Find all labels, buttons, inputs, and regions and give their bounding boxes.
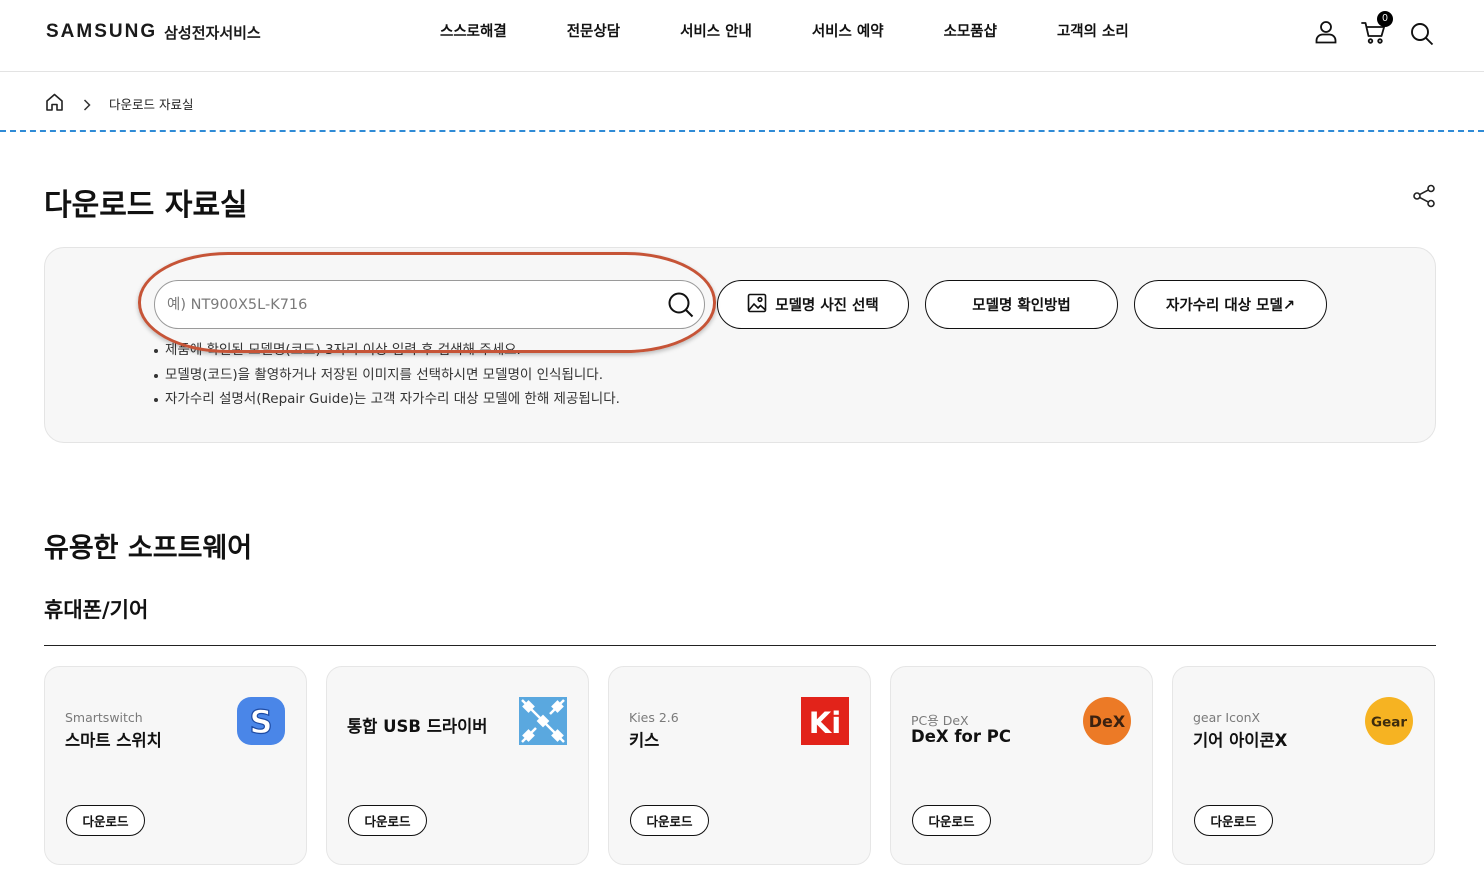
nav-item-service-guide[interactable]: 서비스 안내 bbox=[680, 20, 752, 41]
model-check-guide-button[interactable]: 모델명 확인방법 bbox=[925, 280, 1118, 329]
self-repair-models-button[interactable]: 자가수리 대상 모델↗ bbox=[1134, 280, 1327, 329]
download-button[interactable]: 다운로드 bbox=[348, 805, 427, 836]
card-title: 스마트 스위치 bbox=[65, 731, 162, 750]
search-icon[interactable] bbox=[1410, 22, 1434, 50]
download-button[interactable]: 다운로드 bbox=[630, 805, 709, 836]
note-item: 제품에 확인된 모델명(코드) 3자리 이상 입력 후 검색해 주세요. bbox=[153, 338, 620, 363]
download-button[interactable]: 다운로드 bbox=[66, 805, 145, 836]
usb-driver-icon bbox=[519, 697, 567, 745]
model-search-panel: 모델명 사진 선택 모델명 확인방법 자가수리 대상 모델↗ 제품에 확인된 모… bbox=[44, 247, 1436, 443]
cart-count-badge: 0 bbox=[1377, 11, 1393, 27]
image-icon bbox=[747, 293, 767, 317]
software-card-dex: PC용 DeX DeX for PC DeX 다운로드 bbox=[890, 666, 1153, 865]
card-label: Kies 2.6 bbox=[629, 710, 679, 725]
category-divider bbox=[44, 645, 1436, 646]
software-category-title: 휴대폰/기어 bbox=[44, 598, 149, 622]
card-title: 통합 USB 드라이버 bbox=[347, 717, 488, 736]
chevron-right-icon bbox=[83, 96, 91, 115]
share-icon[interactable] bbox=[1412, 184, 1436, 212]
nav-item-customer-voice[interactable]: 고객의 소리 bbox=[1057, 20, 1129, 41]
download-button[interactable]: 다운로드 bbox=[912, 805, 991, 836]
model-search-input[interactable] bbox=[167, 281, 647, 328]
card-title: 기어 아이콘X bbox=[1193, 731, 1288, 750]
software-card-gear-iconx: gear IconX 기어 아이콘X Gear 다운로드 bbox=[1172, 666, 1435, 865]
software-card-list: Smartswitch 스마트 스위치 S 다운로드 통합 USB 드라이버 다… bbox=[44, 666, 1435, 865]
search-notes: 제품에 확인된 모델명(코드) 3자리 이상 입력 후 검색해 주세요. 모델명… bbox=[153, 338, 620, 412]
logo-wordmark: SAMSUNG bbox=[46, 21, 158, 42]
software-card-usb-driver: 통합 USB 드라이버 다운로드 bbox=[326, 666, 589, 865]
nav-item-service-booking[interactable]: 서비스 예약 bbox=[812, 20, 884, 41]
download-button[interactable]: 다운로드 bbox=[1194, 805, 1273, 836]
card-title: DeX for PC bbox=[911, 727, 1011, 746]
search-icon[interactable] bbox=[668, 292, 694, 318]
card-label: gear IconX bbox=[1193, 710, 1261, 725]
nav-item-expert-consult[interactable]: 전문상담 bbox=[567, 20, 620, 41]
smart-switch-icon: S bbox=[237, 697, 285, 745]
user-icon[interactable] bbox=[1314, 20, 1338, 48]
home-icon[interactable] bbox=[45, 93, 64, 115]
note-item: 모델명(코드)을 촬영하거나 저장된 이미지를 선택하시면 모델명이 인식됩니다… bbox=[153, 363, 620, 388]
svg-text:Gear: Gear bbox=[1371, 715, 1407, 731]
page-title: 다운로드 자료실 bbox=[44, 188, 248, 223]
main-nav: 스스로해결 전문상담 서비스 안내 서비스 예약 소모품샵 고객의 소리 bbox=[440, 20, 1129, 41]
model-search-box bbox=[154, 280, 705, 329]
breadcrumb-current: 다운로드 자료실 bbox=[109, 97, 194, 112]
software-card-kies: Kies 2.6 키스 Ki 다운로드 bbox=[608, 666, 871, 865]
svg-text:DeX: DeX bbox=[1089, 712, 1126, 731]
nav-item-parts-shop[interactable]: 소모품샵 bbox=[944, 20, 997, 41]
kies-icon: Ki bbox=[801, 697, 849, 745]
svg-text:S: S bbox=[249, 703, 272, 741]
svg-text:Ki: Ki bbox=[809, 706, 841, 740]
photo-model-select-button[interactable]: 모델명 사진 선택 bbox=[717, 280, 909, 329]
software-card-smart-switch: Smartswitch 스마트 스위치 S 다운로드 bbox=[44, 666, 307, 865]
note-item: 자가수리 설명서(Repair Guide)는 고객 자가수리 대상 모델에 한… bbox=[153, 387, 620, 412]
site-header: SAMSUNG 삼성전자서비스 스스로해결 전문상담 서비스 안내 서비스 예약… bbox=[0, 0, 1484, 72]
software-section-title: 유용한 소프트웨어 bbox=[44, 533, 253, 564]
nav-item-self-solve[interactable]: 스스로해결 bbox=[440, 20, 507, 41]
card-label: Smartswitch bbox=[65, 710, 143, 725]
samsung-service-logo[interactable]: SAMSUNG 삼성전자서비스 bbox=[46, 21, 261, 43]
card-title: 키스 bbox=[629, 731, 660, 750]
gear-iconx-icon: Gear bbox=[1365, 697, 1413, 745]
dashed-divider bbox=[0, 130, 1484, 132]
logo-service-name: 삼성전자서비스 bbox=[164, 23, 261, 42]
photo-model-select-label: 모델명 사진 선택 bbox=[775, 298, 879, 314]
dex-icon: DeX bbox=[1083, 697, 1131, 745]
